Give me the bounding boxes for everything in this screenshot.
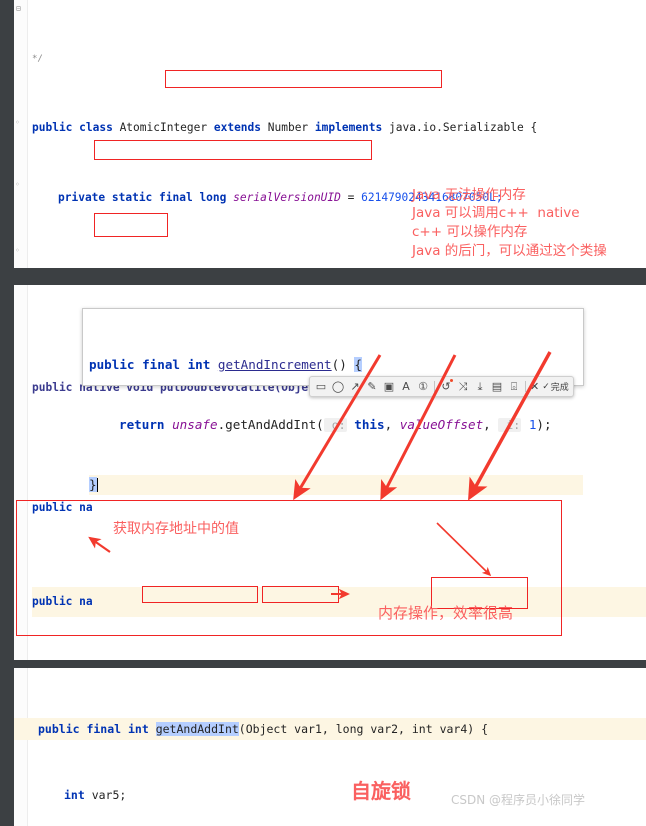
panel-atomicinteger-editor[interactable]: ⊟ ◦ ◦ ◦ */ public class AtomicInteger ex… bbox=[14, 0, 646, 268]
popup-line-close: } bbox=[89, 475, 583, 495]
tok-stub-1: public na bbox=[32, 501, 93, 514]
popup-line-signature: public final int getAndIncrement() { bbox=[89, 355, 583, 375]
serial-number-icon[interactable]: ① bbox=[416, 379, 430, 394]
tok-classname: AtomicInteger bbox=[119, 120, 208, 134]
tok-popup-return: return bbox=[119, 417, 173, 432]
tok-p-mods: public final int bbox=[38, 722, 156, 736]
tok-popup-valueoffset: valueOffset bbox=[399, 417, 484, 432]
annotation-read-memory-value: 获取内存地址中的值 bbox=[113, 521, 239, 537]
cancel-button[interactable]: ✕ bbox=[530, 380, 539, 393]
code-line-native-stub-2: public na bbox=[32, 587, 646, 617]
tok-popup-tail: ); bbox=[536, 417, 552, 432]
confirm-button[interactable]: ✓ 完成 bbox=[542, 380, 569, 394]
toolbar-separator-1 bbox=[434, 381, 435, 392]
tok-popup-this: this bbox=[346, 417, 385, 432]
tok-popup-comma1: , bbox=[384, 417, 400, 432]
tok-popup-comma2: , bbox=[483, 417, 499, 432]
tok-popup-hint-i: i: bbox=[498, 418, 522, 432]
undo-badge-dot bbox=[450, 379, 453, 382]
tok-popup-mods: public final int bbox=[89, 357, 218, 372]
tok-popup-one: 1 bbox=[521, 417, 537, 432]
popup-line-return: return unsafe.getAndAddInt( o: this, val… bbox=[89, 415, 583, 435]
tok-eq: = bbox=[340, 190, 362, 204]
tok-suid-name: serialVersionUID bbox=[233, 190, 341, 204]
tok-popup-brace-close: } bbox=[89, 477, 97, 492]
tok-public-class: public class bbox=[32, 120, 120, 134]
panel-getandaddint-plain-editor[interactable]: public final int getAndAddInt(Object var… bbox=[14, 668, 646, 826]
tok-number-type: Number bbox=[267, 120, 309, 134]
check-icon: ✓ bbox=[542, 381, 550, 392]
code-line-comment-end: */ bbox=[32, 53, 43, 64]
text-icon[interactable]: A bbox=[399, 379, 413, 394]
code-line-blank-1 bbox=[32, 259, 646, 268]
csdn-watermark: CSDN @程序员小徐同学 bbox=[451, 793, 586, 807]
save-icon[interactable]: ▤ bbox=[490, 379, 504, 394]
tok-popup-call: .getAndAddInt( bbox=[217, 417, 324, 432]
tok-popup-brace-open: { bbox=[354, 357, 362, 372]
confirm-label: 完成 bbox=[550, 383, 569, 393]
tok-popup-unsafe: unsafe bbox=[172, 417, 218, 432]
tok-popup-parens: () bbox=[331, 357, 355, 372]
mosaic-icon[interactable]: ▣ bbox=[382, 379, 396, 394]
pen-icon[interactable]: ✎ bbox=[365, 379, 379, 394]
toolbar-separator-2 bbox=[525, 381, 526, 392]
tok-p-method-selected: getAndAddInt bbox=[155, 722, 239, 736]
annotation-memory-ops-efficient: 内存操作，效率很高 bbox=[378, 604, 514, 622]
popup-getandincrement-preview[interactable]: public final int getAndIncrement() { ret… bbox=[82, 308, 584, 495]
code-line-class-decl: public class AtomicInteger extends Numbe… bbox=[32, 119, 646, 137]
pin-icon[interactable]: ⌻ bbox=[507, 379, 521, 394]
code-area-1[interactable]: */ public class AtomicInteger extends Nu… bbox=[14, 0, 646, 268]
tok-modifiers: private static final long bbox=[58, 190, 234, 204]
screenshot-root: ⊟ ◦ ◦ ◦ */ public class AtomicInteger ex… bbox=[0, 0, 646, 826]
screenshot-annotation-toolbar[interactable]: ▭ ◯ ↗ ✎ ▣ A ① ↺ ⤨ ⤓ ▤ ⌻ ✕ ✓ 完成 bbox=[309, 376, 574, 397]
tok-p-int: int bbox=[64, 788, 85, 802]
annotation-spin-lock: 自旋锁 bbox=[351, 779, 411, 803]
tok-implements: implements bbox=[308, 120, 389, 134]
annotation-java-can-call-native: Java 可以调用c++ native bbox=[412, 205, 580, 221]
tok-stub-2: public na bbox=[32, 595, 93, 608]
tok-serializable: java.io.Serializable { bbox=[389, 120, 538, 134]
undo-icon[interactable]: ↺ bbox=[439, 379, 453, 394]
arrow-icon[interactable]: ↗ bbox=[348, 379, 362, 394]
popup-code-area: public final int getAndIncrement() { ret… bbox=[83, 309, 583, 495]
annotation-cpp-can-access-memory: c++ 可以操作内存 bbox=[412, 224, 528, 240]
annotation-java-backdoor: Java 的后门，可以通过这个类操 bbox=[412, 243, 607, 259]
tok-popup-method: getAndIncrement bbox=[217, 357, 332, 372]
share-icon[interactable]: ⤨ bbox=[456, 379, 470, 394]
code-line-serialversionuid: private static final long serialVersionU… bbox=[32, 189, 646, 207]
download-icon[interactable]: ⤓ bbox=[473, 379, 487, 394]
tok-popup-hint-o: o: bbox=[323, 418, 347, 432]
rectangle-icon[interactable]: ▭ bbox=[314, 379, 328, 394]
ellipse-icon[interactable]: ◯ bbox=[331, 379, 345, 394]
text-caret bbox=[96, 478, 98, 492]
annotation-java-cannot-access-memory: Java 无法操作内存 bbox=[412, 187, 526, 203]
tok-extends: extends bbox=[207, 120, 268, 134]
tok-p-var5: var5; bbox=[84, 788, 127, 802]
code-line-p-signature: public final int getAndAddInt(Object var… bbox=[14, 718, 646, 740]
tok-p-params: (Object var1, long var2, int var4) { bbox=[238, 722, 489, 736]
